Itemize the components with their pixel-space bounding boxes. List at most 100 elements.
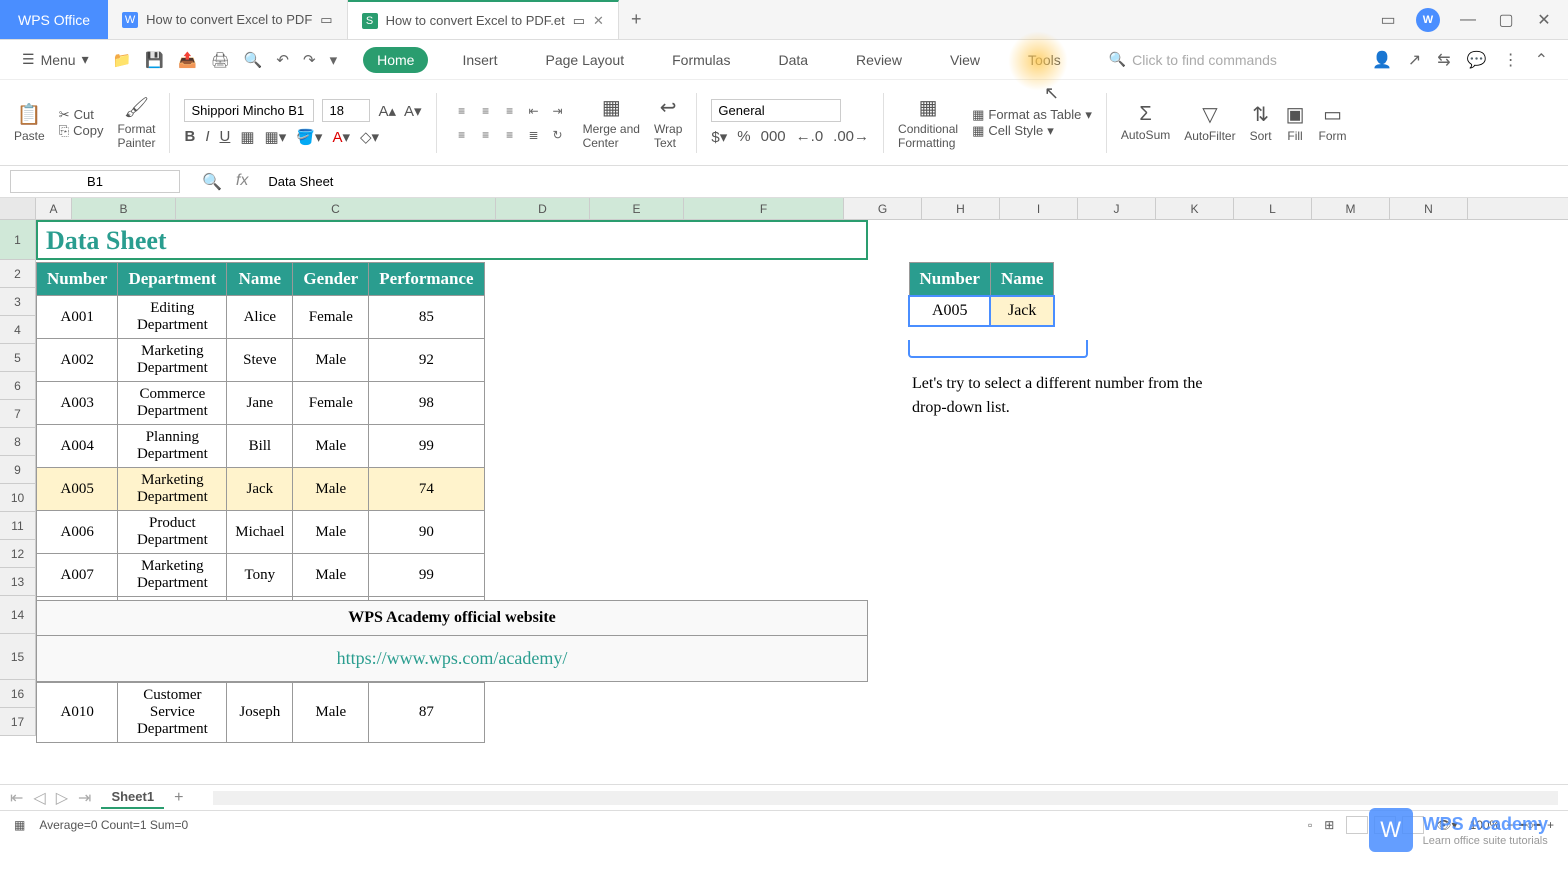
table-row[interactable]: A004Planning DepartmentBillMale99 <box>37 425 485 468</box>
column-header-E[interactable]: E <box>590 198 684 219</box>
decrease-font-icon[interactable]: A▾ <box>404 102 422 120</box>
table-cell[interactable]: 74 <box>369 468 484 511</box>
table-cell[interactable]: Female <box>293 296 369 339</box>
table-cell[interactable]: Product Department <box>118 511 227 554</box>
tab-home[interactable]: Home <box>363 47 428 73</box>
row-header-4[interactable]: 4 <box>0 316 36 344</box>
horizontal-scrollbar[interactable] <box>213 791 1558 805</box>
command-search[interactable]: 🔍 Click to find commands <box>1109 51 1368 68</box>
table-cell[interactable]: Male <box>293 511 369 554</box>
row-header-16[interactable]: 16 <box>0 680 36 708</box>
row-header-6[interactable]: 6 <box>0 372 36 400</box>
conditional-formatting-button[interactable]: ▦ Conditional Formatting <box>898 95 958 150</box>
row-header-13[interactable]: 13 <box>0 568 36 596</box>
align-bottom-right[interactable]: ≡ <box>499 124 521 146</box>
table-cell[interactable]: A004 <box>37 425 118 468</box>
undo-icon[interactable]: ↶ <box>276 51 289 69</box>
new-tab-button[interactable]: + <box>619 3 654 36</box>
table-cell[interactable]: Commerce Department <box>118 382 227 425</box>
table-cell[interactable]: Planning Department <box>118 425 227 468</box>
column-header-K[interactable]: K <box>1156 198 1234 219</box>
autofilter-button[interactable]: ▽ AutoFilter <box>1184 102 1235 143</box>
column-header-M[interactable]: M <box>1312 198 1390 219</box>
tab-insert[interactable]: Insert <box>448 47 511 73</box>
form-button[interactable]: ▭ Form <box>1319 102 1347 143</box>
table-cell[interactable]: Marketing Department <box>118 554 227 597</box>
column-header-L[interactable]: L <box>1234 198 1312 219</box>
more-icon[interactable]: ⋮ <box>1503 50 1519 70</box>
share-icon[interactable]: 👤 <box>1372 50 1392 70</box>
open-icon[interactable]: 📁 <box>113 51 132 69</box>
table-header[interactable]: Name <box>227 263 293 296</box>
column-header-G[interactable]: G <box>844 198 922 219</box>
lookup-cell[interactable]: Jack <box>990 296 1053 326</box>
border-button[interactable]: ▦ <box>240 128 254 146</box>
row-header-5[interactable]: 5 <box>0 344 36 372</box>
fill-button[interactable]: ▣ Fill <box>1286 102 1305 143</box>
row-header-9[interactable]: 9 <box>0 456 36 484</box>
column-header-C[interactable]: C <box>176 198 496 219</box>
cell-style-button[interactable]: ▦Cell Style▾ <box>972 123 1092 139</box>
feedback-icon[interactable]: 💬 <box>1467 50 1487 70</box>
autosum-button[interactable]: Σ AutoSum <box>1121 103 1170 142</box>
table-cell[interactable]: A006 <box>37 511 118 554</box>
table-cell[interactable]: 99 <box>369 554 484 597</box>
table-cell[interactable]: 87 <box>369 683 484 743</box>
tab-menu-icon[interactable]: ▭ <box>573 13 585 29</box>
window-list-icon[interactable]: ▭ <box>1378 10 1398 30</box>
table-cell[interactable]: A010 <box>37 683 118 743</box>
document-tab-2[interactable]: S How to convert Excel to PDF.et ▭ ✕ <box>348 0 619 39</box>
lookup-header[interactable]: Number <box>909 263 990 297</box>
table-cell[interactable]: Jack <box>227 468 293 511</box>
table-header[interactable]: Number <box>37 263 118 296</box>
tab-menu-icon[interactable]: ▭ <box>320 12 332 28</box>
column-header-H[interactable]: H <box>922 198 1000 219</box>
column-header-B[interactable]: B <box>72 198 176 219</box>
app-tab[interactable]: WPS Office <box>0 0 108 39</box>
print-icon[interactable]: 🖨 <box>211 51 230 69</box>
column-header-A[interactable]: A <box>36 198 72 219</box>
align-bottom-center[interactable]: ≡ <box>475 124 497 146</box>
preview-icon[interactable]: 🔍 <box>244 51 263 69</box>
spreadsheet-grid[interactable]: ABCDEFGHIJKLMN 1234567891011121314151617… <box>0 198 1568 784</box>
lookup-table[interactable]: NumberName A005Jack <box>908 262 1055 327</box>
bold-button[interactable]: B <box>184 128 195 146</box>
column-header-N[interactable]: N <box>1390 198 1468 219</box>
orientation[interactable]: ↻ <box>547 124 569 146</box>
table-cell[interactable]: Male <box>293 339 369 382</box>
table-cell[interactable]: 90 <box>369 511 484 554</box>
indent-increase[interactable]: ⇥ <box>547 100 569 122</box>
wrap-text-button[interactable]: ↩ Wrap Text <box>654 95 682 150</box>
column-header-F[interactable]: F <box>684 198 844 219</box>
fill-color-button[interactable]: 🪣▾ <box>296 128 322 146</box>
table-cell[interactable]: A007 <box>37 554 118 597</box>
encrypt-icon[interactable]: ▫ <box>1308 818 1312 832</box>
font-name-select[interactable] <box>184 99 314 122</box>
sheet-next-icon[interactable]: ▷ <box>56 788 68 808</box>
row-header-2[interactable]: 2 <box>0 260 36 288</box>
table-cell[interactable]: Joseph <box>227 683 293 743</box>
align-top-right[interactable]: ≡ <box>499 100 521 122</box>
table-cell[interactable]: Female <box>293 382 369 425</box>
tab-view[interactable]: View <box>936 47 994 73</box>
merge-center-button[interactable]: ▦ Merge and Center <box>583 95 640 150</box>
tab-tools[interactable]: Tools ↖ <box>1014 47 1075 73</box>
footer-url[interactable]: https://www.wps.com/academy/ <box>37 636 867 681</box>
close-icon[interactable]: ✕ <box>593 13 604 29</box>
table-cell[interactable]: 92 <box>369 339 484 382</box>
cut-button[interactable]: ✂Cut <box>59 107 104 123</box>
collapse-ribbon-icon[interactable]: ⌃ <box>1535 50 1548 70</box>
align-justify[interactable]: ≣ <box>523 124 545 146</box>
add-sheet-button[interactable]: + <box>174 789 183 807</box>
table-cell[interactable]: Male <box>293 425 369 468</box>
table-cell[interactable]: Marketing Department <box>118 468 227 511</box>
table-cell[interactable]: 85 <box>369 296 484 339</box>
maximize-icon[interactable]: ▢ <box>1496 10 1516 30</box>
copy-button[interactable]: ⎘Copy <box>59 123 104 139</box>
wps-logo-icon[interactable]: W <box>1416 8 1440 32</box>
row-header-7[interactable]: 7 <box>0 400 36 428</box>
currency-button[interactable]: $▾ <box>711 128 727 146</box>
zoom-icon[interactable]: 🔍 <box>202 172 222 192</box>
row-header-11[interactable]: 11 <box>0 512 36 540</box>
save-icon[interactable]: 💾 <box>145 51 164 69</box>
